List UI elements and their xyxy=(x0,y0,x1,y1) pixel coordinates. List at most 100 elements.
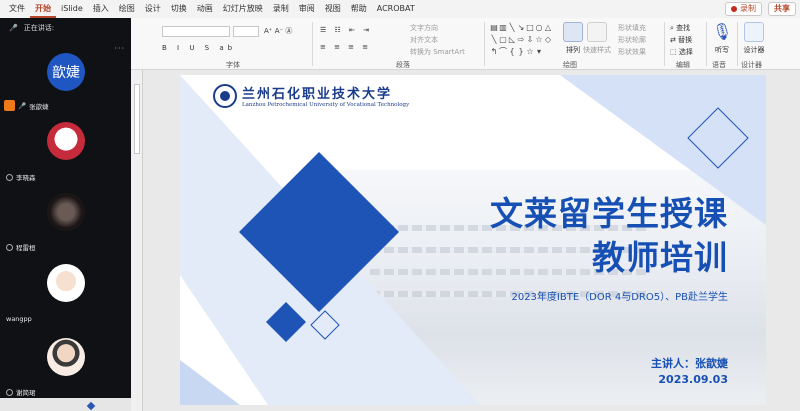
shape-fill-button[interactable]: 形状填充 xyxy=(618,23,646,33)
designer-button[interactable]: 设计器 xyxy=(740,22,768,55)
shape-callout-icon[interactable]: ◇ xyxy=(544,34,552,45)
tab-record[interactable]: 录制 xyxy=(268,0,294,18)
arrange-label: 排列 xyxy=(566,46,580,54)
shape-brace-right-icon[interactable]: } xyxy=(517,46,525,57)
avatar-participant[interactable] xyxy=(47,338,85,376)
shape-curve-icon[interactable]: ⌒ xyxy=(499,46,507,57)
participant-name: 程雷桓 xyxy=(6,242,36,252)
participant-name: 🎤 张歆婕 xyxy=(18,101,49,111)
shape-star-icon[interactable]: ☆ xyxy=(535,34,543,45)
group-label-drawing: 绘图 xyxy=(563,61,577,69)
participant-name-text: 张歆婕 xyxy=(29,103,49,111)
ribbon-separator xyxy=(664,22,665,66)
shape-arrow-icon[interactable]: ↘ xyxy=(517,22,525,33)
replace-button[interactable]: ⇄ 替换 xyxy=(670,35,692,45)
shape-more-icon[interactable]: ▾ xyxy=(535,46,543,57)
shape-down-arrow-icon[interactable]: ⇩ xyxy=(526,34,534,45)
shape-textbox-vertical-icon[interactable]: ▥ xyxy=(499,22,507,33)
shape-line-icon[interactable]: ╲ xyxy=(508,22,516,33)
microphone-icon: 🎙 xyxy=(712,22,733,41)
university-name-cn: 兰州石化职业技术大学 xyxy=(242,87,393,102)
tab-file[interactable]: 文件 xyxy=(4,0,30,18)
shape-star2-icon[interactable]: ☆ xyxy=(526,46,534,57)
slide-subtitle[interactable]: 2023年度IBTE（DOR 4与DRO5）、PB赴兰学生 xyxy=(511,288,728,303)
text-direction-button[interactable]: 文字方向 xyxy=(410,23,438,33)
find-label: 查找 xyxy=(676,24,691,32)
shape-effects-button[interactable]: 形状效果 xyxy=(618,47,646,57)
group-label-voice: 语音 xyxy=(712,61,726,69)
ribbon-separator xyxy=(737,22,738,66)
shapes-gallery[interactable]: ▤ ▥ ╲ ↘ □ ○ △ ╲ ▢ ◺ ⇨ ⇩ ☆ ◇ ↰ ⌒ { } ☆ ▾ xyxy=(490,22,552,58)
tab-animations[interactable]: 动画 xyxy=(192,0,218,18)
font-family-select[interactable] xyxy=(162,26,230,37)
list-buttons[interactable]: ☰ ☷ ⇤ ⇥ xyxy=(320,26,372,34)
shape-outline-button[interactable]: 形状轮廓 xyxy=(618,35,646,45)
record-button[interactable]: 录制 xyxy=(725,2,762,16)
tab-islide[interactable]: iSlide xyxy=(56,0,88,18)
avatar-participant[interactable] xyxy=(47,193,85,231)
slide-date[interactable]: 2023.09.03 xyxy=(658,373,728,386)
tab-slideshow[interactable]: 幻灯片放映 xyxy=(218,0,268,18)
slide-title-line1[interactable]: 文莱留学生授课 xyxy=(490,187,728,235)
share-button[interactable]: 共享 xyxy=(768,2,796,16)
font-format-buttons[interactable]: B I U S ab xyxy=(162,44,236,52)
avatar-host-text: 歆婕 xyxy=(52,65,80,81)
share-label: 共享 xyxy=(774,4,790,13)
bottom-left-corner xyxy=(180,360,240,405)
font-grow-shrink-icons[interactable]: A⁺ A⁻ Ⓐ xyxy=(264,26,292,36)
shape-bend-icon[interactable]: ↰ xyxy=(490,46,498,57)
replace-label: 替换 xyxy=(678,36,693,44)
muted-mic-icon xyxy=(6,388,13,396)
university-name-en: Lanzhou Petrochemical University of Voca… xyxy=(242,102,410,108)
tab-review[interactable]: 审阅 xyxy=(294,0,320,18)
group-label-font: 字体 xyxy=(226,61,240,69)
group-label-designer: 设计器 xyxy=(741,61,762,69)
tab-help[interactable]: 帮助 xyxy=(346,0,372,18)
align-text-button[interactable]: 对齐文本 xyxy=(410,35,438,45)
shape-rtriangle-icon[interactable]: ◺ xyxy=(508,34,516,45)
find-button[interactable]: ⌕ 查找 xyxy=(670,23,690,33)
tab-insert[interactable]: 插入 xyxy=(88,0,114,18)
quick-styles-button[interactable]: 快速样式 xyxy=(582,22,612,55)
slide-thumbnail-active[interactable] xyxy=(134,84,140,154)
microphone-icon: 🎤 xyxy=(9,24,18,32)
slide-presenter[interactable]: 主讲人：张歆婕 xyxy=(651,355,728,371)
avatar-host[interactable]: 歆婕 xyxy=(47,53,85,91)
tab-transitions[interactable]: 切换 xyxy=(166,0,192,18)
group-label-editing: 编辑 xyxy=(676,61,690,69)
smartart-button[interactable]: 转换为 SmartArt xyxy=(410,47,465,57)
shape-right-arrow-icon[interactable]: ⇨ xyxy=(517,34,525,45)
participant-name: 李晓森 xyxy=(6,172,36,182)
tab-design[interactable]: 设计 xyxy=(140,0,166,18)
speaking-indicator: 🎤 正在讲话: xyxy=(0,18,131,38)
tab-acrobat[interactable]: ACROBAT xyxy=(372,0,420,18)
microphone-icon: 🎤 xyxy=(18,102,27,110)
alignment-buttons[interactable]: ≡ ≡ ≡ ≡ xyxy=(320,43,371,51)
avatar-participant[interactable] xyxy=(47,264,85,302)
shape-brace-icon[interactable]: { xyxy=(508,46,516,57)
shape-oval-icon[interactable]: ○ xyxy=(535,22,543,33)
select-button[interactable]: ⬚ 选择 xyxy=(670,47,693,57)
shape-textbox-icon[interactable]: ▤ xyxy=(490,22,498,33)
avatar-participant[interactable] xyxy=(47,122,85,160)
shape-rounded-rect-icon[interactable]: ▢ xyxy=(499,34,507,45)
record-dot-icon xyxy=(731,6,737,12)
ribbon-separator xyxy=(706,22,707,66)
group-label-paragraph: 段落 xyxy=(396,61,410,69)
shape-triangle-icon[interactable]: △ xyxy=(544,22,552,33)
shape-rect-icon[interactable]: □ xyxy=(526,22,534,33)
slide-title-line2[interactable]: 教师培训 xyxy=(592,231,728,279)
shape-line2-icon[interactable]: ╲ xyxy=(490,34,498,45)
dictate-label: 听写 xyxy=(715,46,729,54)
tab-home[interactable]: 开始 xyxy=(30,0,56,18)
tab-view[interactable]: 视图 xyxy=(320,0,346,18)
university-logo xyxy=(213,84,237,108)
dictate-button[interactable]: 🎙 听写 xyxy=(709,22,735,55)
ribbon-tab-bar: 文件 开始 iSlide 插入 绘图 设计 切换 动画 幻灯片放映 录制 审阅 … xyxy=(0,0,800,18)
slide-1[interactable]: 兰州石化职业技术大学 Lanzhou Petrochemical Univers… xyxy=(180,75,766,405)
tab-draw[interactable]: 绘图 xyxy=(114,0,140,18)
font-size-select[interactable] xyxy=(233,26,259,37)
arrange-icon xyxy=(563,22,583,42)
more-options-icon[interactable]: ··· xyxy=(114,44,125,53)
record-label: 录制 xyxy=(740,4,756,13)
